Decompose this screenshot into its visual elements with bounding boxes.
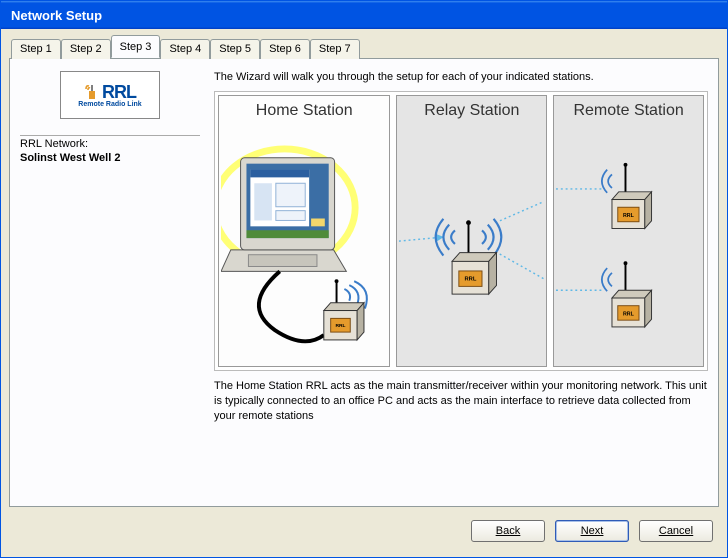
home-station-title: Home Station — [256, 102, 353, 120]
tab-step-2[interactable]: Step 2 — [61, 39, 111, 59]
stations-row: Home Station — [214, 91, 708, 371]
tabs: Step 1 Step 2 Step 3 Step 4 Step 5 Step … — [11, 35, 719, 58]
relay-station-illustration: RRL — [399, 124, 544, 360]
remote-station-panel: Remote Station — [553, 95, 704, 367]
sidebar: RRL Remote Radio Link RRL Network: Solin… — [20, 71, 200, 496]
tab-page: RRL Remote Radio Link RRL Network: Solin… — [9, 58, 719, 507]
tab-step-3[interactable]: Step 3 — [111, 35, 161, 58]
tab-step-5[interactable]: Step 5 — [210, 39, 260, 59]
remote-station-illustration: RRL — [556, 124, 701, 360]
back-button[interactable]: Back — [471, 520, 545, 542]
rrl-logo: RRL Remote Radio Link — [60, 71, 160, 119]
relay-station-panel: Relay Station — [396, 95, 547, 367]
tab-step-7[interactable]: Step 7 — [310, 39, 360, 59]
svg-text:RRL: RRL — [465, 277, 477, 283]
logo-text: RRL — [102, 82, 136, 103]
network-setup-window: Network Setup Step 1 Step 2 Step 3 Step … — [0, 0, 728, 558]
window-title: Network Setup — [11, 8, 102, 23]
logo-subtext: Remote Radio Link — [78, 101, 141, 108]
content-area: Step 1 Step 2 Step 3 Step 4 Step 5 Step … — [1, 29, 727, 557]
footer-buttons: Back Next Cancel — [9, 513, 719, 549]
antenna-icon — [84, 84, 100, 102]
home-station-panel: Home Station — [218, 95, 390, 367]
main-panel: The Wizard will walk you through the set… — [214, 71, 708, 496]
description-text: The Home Station RRL acts as the main tr… — [214, 379, 708, 424]
tab-step-6[interactable]: Step 6 — [260, 39, 310, 59]
svg-text:RRL: RRL — [623, 311, 635, 317]
next-button[interactable]: Next — [555, 520, 629, 542]
cancel-button[interactable]: Cancel — [639, 520, 713, 542]
tab-step-4[interactable]: Step 4 — [160, 39, 210, 59]
network-name: Solinst West Well 2 — [20, 152, 200, 164]
intro-text: The Wizard will walk you through the set… — [214, 71, 708, 83]
titlebar: Network Setup — [1, 1, 727, 29]
network-label: RRL Network: — [20, 135, 200, 150]
remote-station-title: Remote Station — [573, 102, 683, 120]
svg-text:RRL: RRL — [623, 213, 635, 219]
relay-station-title: Relay Station — [424, 102, 519, 120]
svg-text:RRL: RRL — [335, 323, 345, 329]
tab-step-1[interactable]: Step 1 — [11, 39, 61, 59]
home-station-illustration: RRL — [221, 124, 387, 360]
